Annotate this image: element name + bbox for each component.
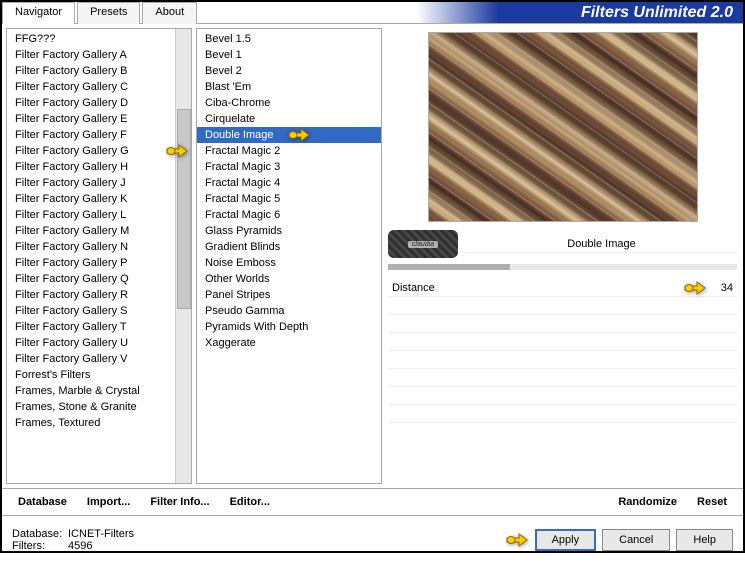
database-button[interactable]: Database: [10, 493, 75, 511]
category-item[interactable]: Filter Factory Gallery D: [7, 95, 191, 111]
category-item[interactable]: Frames, Stone & Granite: [7, 399, 191, 415]
preview-image: [428, 32, 698, 222]
tab-presets[interactable]: Presets: [77, 2, 140, 24]
filter-item[interactable]: Panel Stripes: [197, 287, 381, 303]
filter-item[interactable]: Fractal Magic 2: [197, 143, 381, 159]
cancel-button[interactable]: Cancel: [602, 529, 670, 551]
apply-button[interactable]: Apply: [535, 529, 597, 551]
category-item[interactable]: Filter Factory Gallery G: [7, 143, 191, 159]
pointer-hand-icon: [165, 141, 189, 161]
category-item[interactable]: Filter Factory Gallery U: [7, 335, 191, 351]
category-item[interactable]: Filter Factory Gallery C: [7, 79, 191, 95]
category-item[interactable]: Filter Factory Gallery T: [7, 319, 191, 335]
category-item[interactable]: Filter Factory Gallery E: [7, 111, 191, 127]
tab-about[interactable]: About: [142, 2, 197, 24]
randomize-button[interactable]: Randomize: [610, 493, 685, 511]
pointer-hand-icon: [505, 530, 529, 550]
category-item[interactable]: Filter Factory Gallery B: [7, 63, 191, 79]
tab-navigator[interactable]: Navigator: [2, 2, 75, 24]
category-item[interactable]: Filter Factory Gallery M: [7, 223, 191, 239]
filter-item[interactable]: Bevel 2: [197, 63, 381, 79]
category-list: FFG???Filter Factory Gallery AFilter Fac…: [6, 28, 192, 484]
footer-info: Database:ICNET-Filters Filters:4596: [12, 528, 499, 552]
category-item[interactable]: Frames, Marble & Crystal: [7, 383, 191, 399]
category-item[interactable]: Filter Factory Gallery S: [7, 303, 191, 319]
filter-item[interactable]: Bevel 1: [197, 47, 381, 63]
app-title: Filters Unlimited 2.0: [199, 2, 743, 23]
filter-item[interactable]: Double Image: [197, 127, 381, 143]
filter-item[interactable]: Bevel 1.5: [197, 31, 381, 47]
param-row-distance[interactable]: Distance 34: [388, 280, 737, 297]
watermark-logo: claudia: [388, 230, 458, 258]
category-item[interactable]: Filter Factory Gallery H: [7, 159, 191, 175]
category-item[interactable]: Filter Factory Gallery J: [7, 175, 191, 191]
param-value: 34: [703, 282, 733, 294]
filter-item[interactable]: Glass Pyramids: [197, 223, 381, 239]
category-item[interactable]: FFG???: [7, 31, 191, 47]
filter-title: Double Image: [466, 236, 737, 253]
category-item[interactable]: Forrest's Filters: [7, 367, 191, 383]
progress-bar: [388, 264, 737, 270]
category-item[interactable]: Filter Factory Gallery L: [7, 207, 191, 223]
filter-item[interactable]: Fractal Magic 6: [197, 207, 381, 223]
filter-item[interactable]: Other Worlds: [197, 271, 381, 287]
category-item[interactable]: Frames, Textured: [7, 415, 191, 431]
category-item[interactable]: Filter Factory Gallery A: [7, 47, 191, 63]
category-item[interactable]: Filter Factory Gallery V: [7, 351, 191, 367]
filter-info-button[interactable]: Filter Info...: [142, 493, 217, 511]
category-item[interactable]: Filter Factory Gallery K: [7, 191, 191, 207]
category-item[interactable]: Filter Factory Gallery P: [7, 255, 191, 271]
category-item[interactable]: Filter Factory Gallery F: [7, 127, 191, 143]
filter-list: Bevel 1.5Bevel 1Bevel 2Blast 'EmCiba-Chr…: [196, 28, 382, 484]
filter-item[interactable]: Pyramids With Depth: [197, 319, 381, 335]
filter-item[interactable]: Fractal Magic 4: [197, 175, 381, 191]
filter-item[interactable]: Cirquelate: [197, 111, 381, 127]
filter-item[interactable]: Ciba-Chrome: [197, 95, 381, 111]
filter-item[interactable]: Pseudo Gamma: [197, 303, 381, 319]
filter-item[interactable]: Gradient Blinds: [197, 239, 381, 255]
filter-item[interactable]: Blast 'Em: [197, 79, 381, 95]
import-button[interactable]: Import...: [79, 493, 138, 511]
filter-item[interactable]: Xaggerate: [197, 335, 381, 351]
pointer-hand-icon: [287, 125, 311, 145]
tabs: Navigator Presets About: [2, 2, 199, 24]
help-button[interactable]: Help: [676, 529, 733, 551]
filter-item[interactable]: Fractal Magic 3: [197, 159, 381, 175]
param-label: Distance: [392, 282, 703, 294]
reset-button[interactable]: Reset: [689, 493, 735, 511]
category-item[interactable]: Filter Factory Gallery N: [7, 239, 191, 255]
filter-item[interactable]: Fractal Magic 5: [197, 191, 381, 207]
editor-button[interactable]: Editor...: [222, 493, 278, 511]
category-item[interactable]: Filter Factory Gallery Q: [7, 271, 191, 287]
category-item[interactable]: Filter Factory Gallery R: [7, 287, 191, 303]
filter-item[interactable]: Noise Emboss: [197, 255, 381, 271]
